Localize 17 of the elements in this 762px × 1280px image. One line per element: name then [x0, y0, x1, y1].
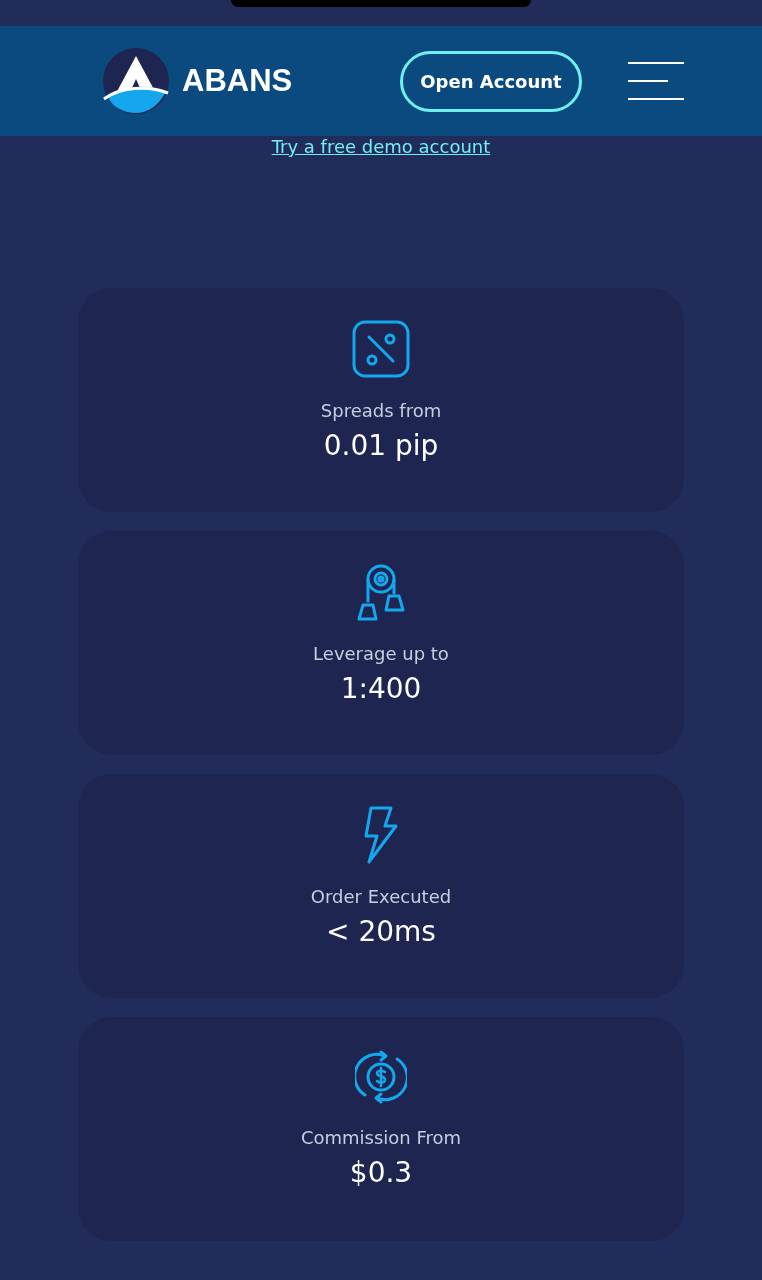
demo-account-link[interactable]: Try a free demo account: [271, 136, 491, 158]
logo-icon: [102, 47, 170, 115]
dollar-coin-refresh-icon: [355, 1049, 407, 1105]
brand-name: ABANS: [182, 63, 293, 99]
percent-icon: [352, 320, 410, 378]
feature-label: Order Executed: [310, 886, 452, 907]
open-account-button[interactable]: Open Account: [400, 50, 582, 112]
lightning-bolt-icon: [363, 806, 399, 864]
feature-label: Leverage up to: [313, 643, 449, 664]
feature-value: $0.3: [349, 1156, 413, 1189]
feature-label: Spreads from: [320, 400, 442, 421]
feature-value: 0.01 pip: [323, 429, 439, 462]
feature-label: Commission From: [300, 1127, 462, 1148]
pulley-weights-icon: [355, 563, 407, 621]
feature-value: 1:400: [340, 672, 422, 705]
menu-icon[interactable]: [628, 61, 684, 101]
feature-value: < 20ms: [326, 915, 436, 948]
